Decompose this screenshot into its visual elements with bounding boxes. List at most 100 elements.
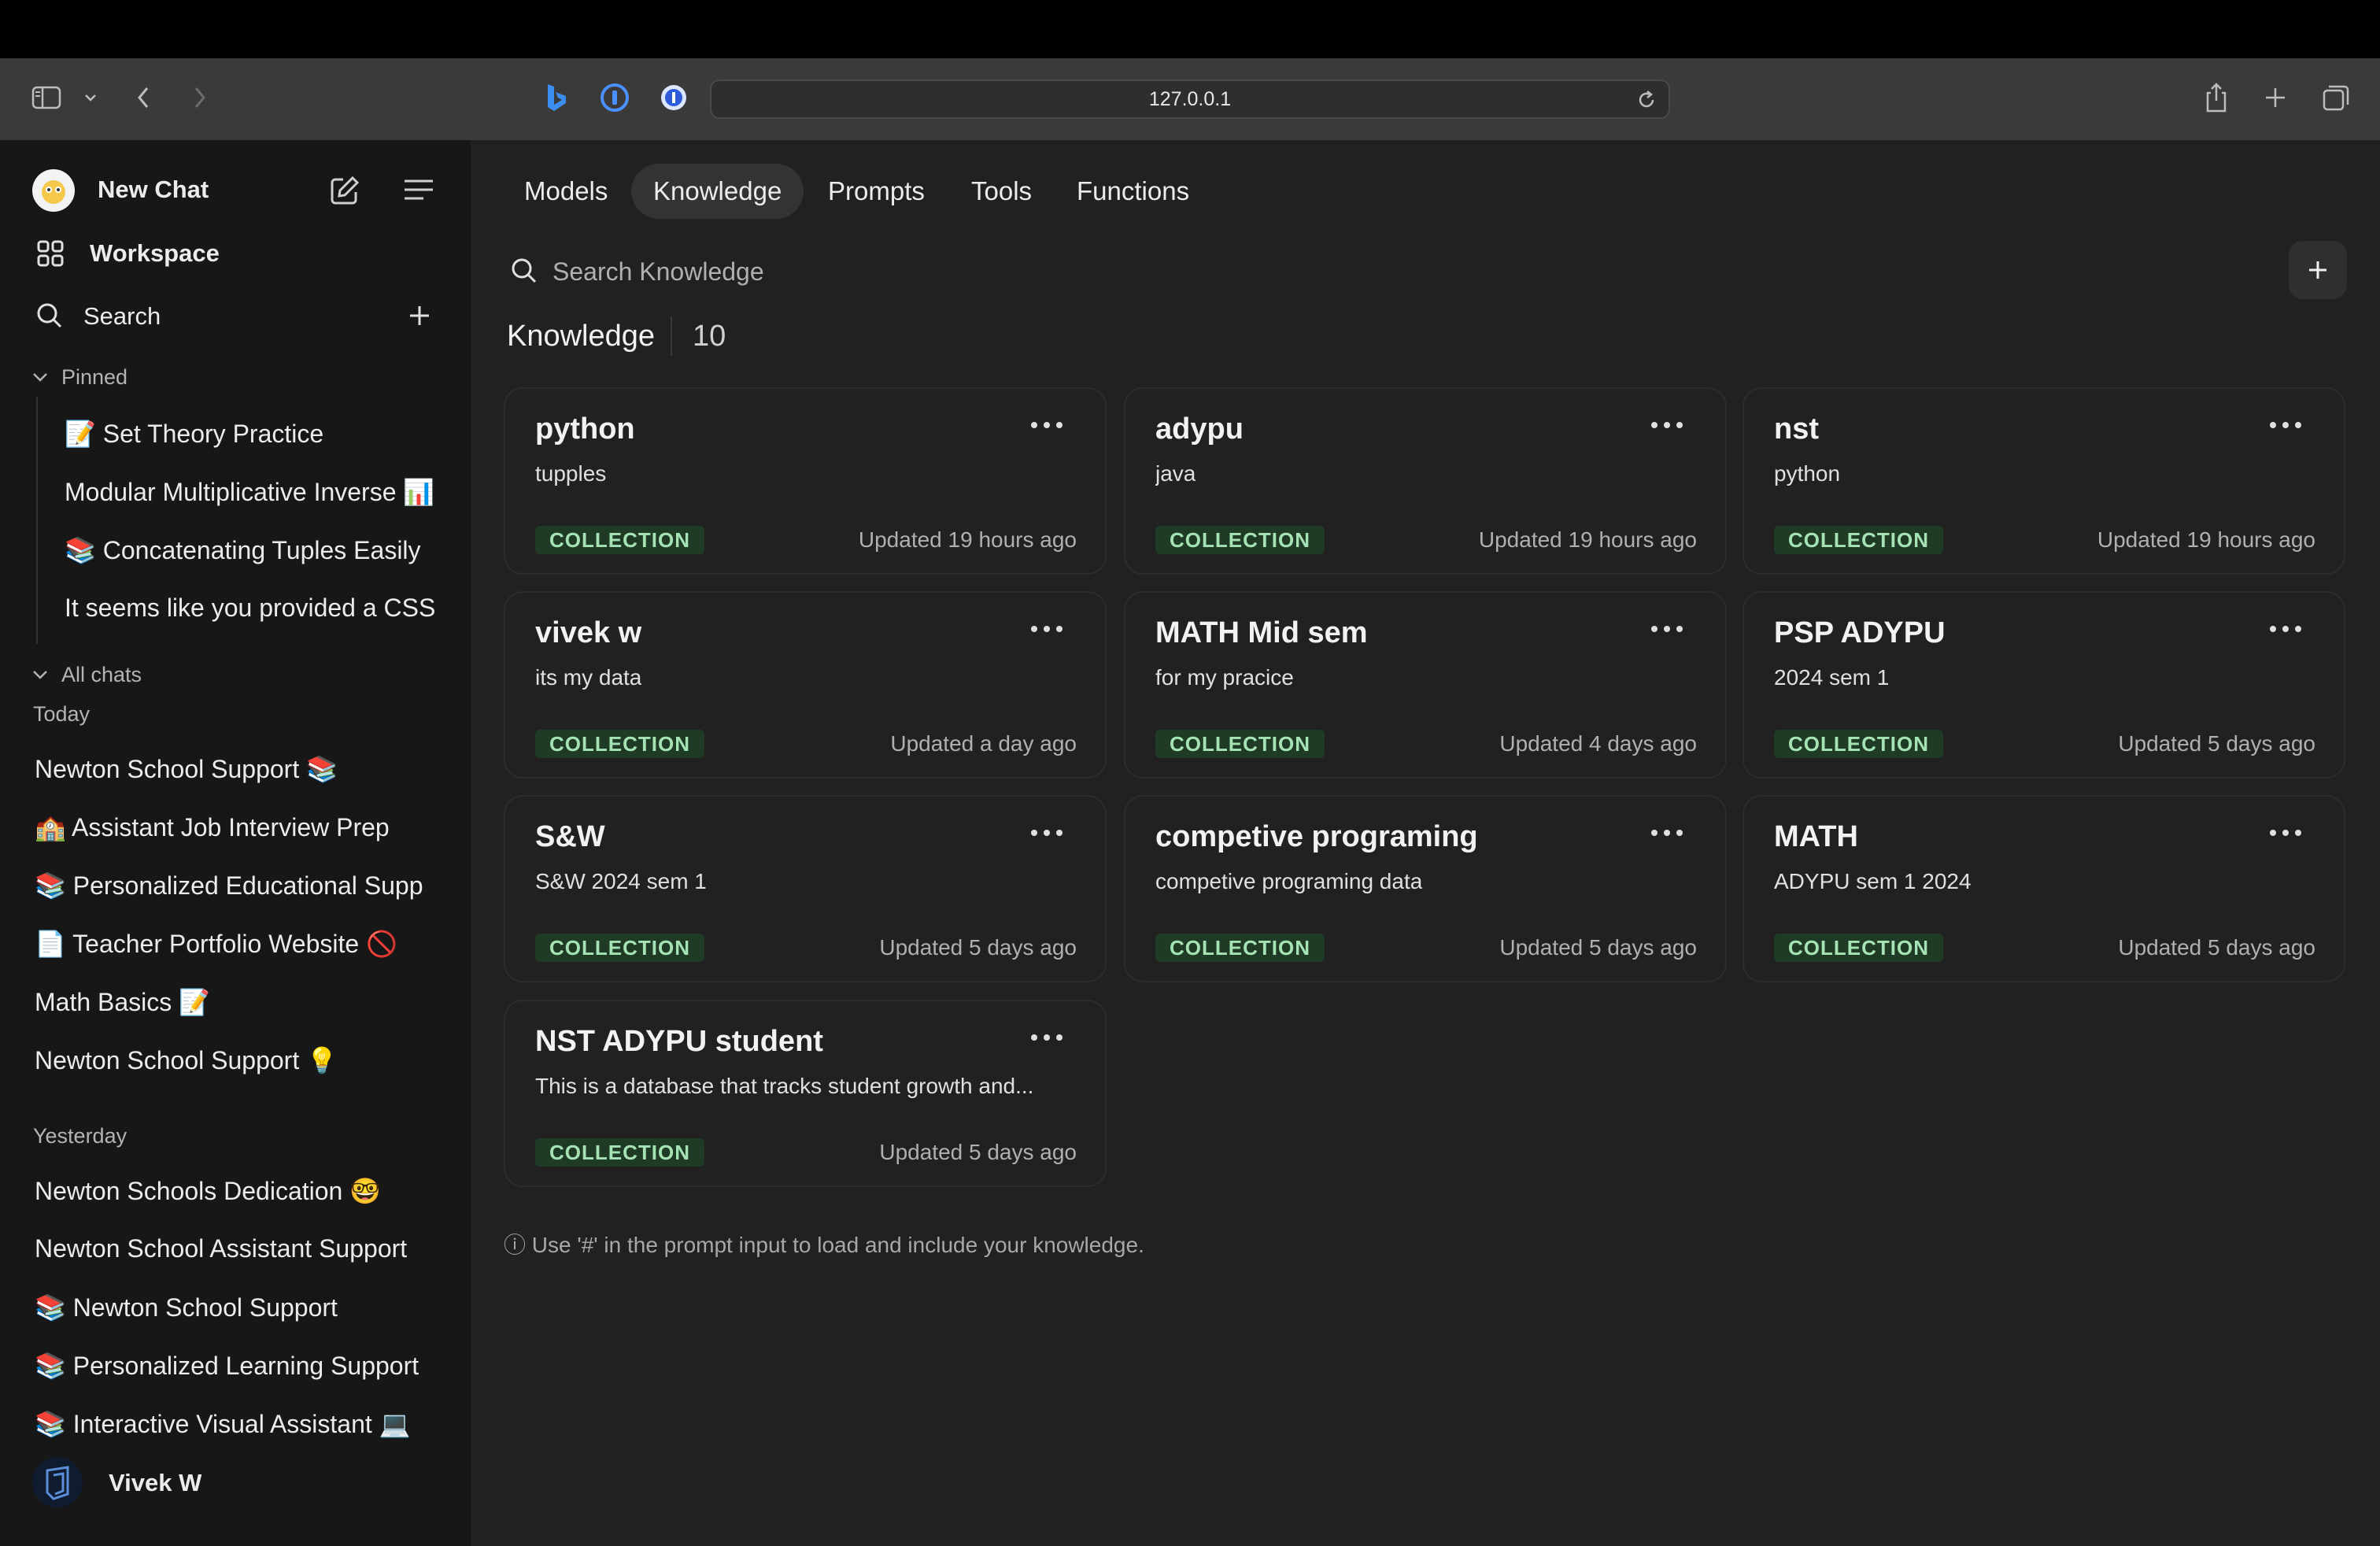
search-knowledge-input[interactable]: [551, 252, 1420, 291]
card-title: adypu: [1155, 412, 1244, 446]
add-knowledge-button[interactable]: [2289, 241, 2347, 299]
sidebar: New Chat Workspace Search Pinned 📝 Set T…: [0, 140, 471, 1546]
chat-item[interactable]: 📚 Interactive Visual Assistant 💻: [35, 1409, 436, 1439]
collection-badge: COLLECTION: [1774, 730, 1943, 758]
chat-item[interactable]: 📚 Personalized Learning Support: [35, 1351, 436, 1381]
knowledge-card[interactable]: MATH ADYPU sem 1 2024 COLLECTION Updated 5 …: [1743, 795, 2345, 982]
knowledge-card[interactable]: python tupples COLLECTION Updated 19 hours …: [504, 387, 1107, 575]
pinned-chat-item[interactable]: 📝 Set Theory Practice: [65, 419, 441, 449]
bing-icon[interactable]: [545, 83, 568, 113]
chat-item[interactable]: 🏫 Assistant Job Interview Prep: [35, 812, 436, 842]
all-chats-section-label[interactable]: All chats: [61, 663, 142, 687]
more-options-icon[interactable]: [1651, 823, 1683, 842]
tab-functions[interactable]: Functions: [1055, 164, 1211, 219]
card-title: vivek w: [535, 616, 642, 649]
new-chat-button[interactable]: New Chat: [98, 176, 209, 204]
pinned-chat-item[interactable]: Modular Multiplicative Inverse 📊: [65, 477, 441, 507]
updated-timestamp: Updated 19 hours ago: [1478, 527, 1697, 552]
chat-item[interactable]: Newton School Support 💡: [35, 1045, 436, 1075]
tab-prompts[interactable]: Prompts: [806, 164, 947, 219]
chevron-down-icon[interactable]: [31, 669, 49, 684]
compose-icon[interactable]: [329, 175, 360, 210]
chat-item[interactable]: 📚 Newton School Support: [35, 1293, 436, 1322]
updated-timestamp: Updated 5 days ago: [879, 935, 1077, 960]
knowledge-card[interactable]: MATH Mid sem for my pracice COLLECTION Upda…: [1124, 591, 1727, 779]
updated-timestamp: Updated 19 hours ago: [2097, 527, 2315, 552]
chat-item[interactable]: Newton Schools Dedication 🤓: [35, 1176, 436, 1206]
user-avatar[interactable]: [31, 1456, 83, 1512]
chat-item[interactable]: Math Basics 📝: [35, 987, 436, 1017]
sidebar-search[interactable]: Search: [83, 302, 161, 331]
tab-tools[interactable]: Tools: [949, 164, 1054, 219]
card-title: PSP ADYPU: [1774, 616, 1946, 649]
collection-badge: COLLECTION: [535, 730, 704, 758]
updated-timestamp: Updated a day ago: [890, 731, 1077, 756]
updated-timestamp: Updated 5 days ago: [2118, 731, 2315, 756]
more-options-icon[interactable]: [2270, 620, 2301, 638]
more-options-icon[interactable]: [2270, 416, 2301, 435]
chat-item[interactable]: 📄 Teacher Portfolio Website 🚫: [35, 929, 436, 959]
url-text[interactable]: 127.0.0.1: [711, 81, 1669, 117]
more-options-icon[interactable]: [1651, 620, 1683, 638]
search-icon: [510, 257, 538, 289]
yesterday-label: Yesterday: [33, 1124, 128, 1148]
chevron-down-icon[interactable]: [31, 372, 49, 386]
new-tab-icon[interactable]: [2264, 86, 2287, 109]
card-description: tupples: [535, 461, 607, 486]
address-bar[interactable]: 127.0.0.1: [710, 80, 1670, 119]
share-icon[interactable]: [2204, 82, 2229, 113]
knowledge-card[interactable]: S&W S&W 2024 sem 1 COLLECTION Updated 5 day…: [504, 795, 1107, 982]
app-logo-avatar[interactable]: [31, 168, 76, 216]
card-description: ADYPU sem 1 2024: [1774, 869, 1972, 893]
plus-icon: [2309, 261, 2326, 279]
workspace-link[interactable]: Workspace: [90, 239, 220, 268]
more-options-icon[interactable]: [1031, 1028, 1062, 1047]
user-name[interactable]: Vivek W: [109, 1469, 201, 1497]
chat-item[interactable]: 📚 Personalized Educational Supp: [35, 871, 436, 901]
more-options-icon[interactable]: [2270, 823, 2301, 842]
footer-hint: ⓘ Use '#' in the prompt input to load an…: [504, 1233, 1144, 1257]
onepassword-alt-icon[interactable]: [660, 83, 688, 112]
page-title: Knowledge: [507, 320, 656, 353]
pinned-chat-item[interactable]: 📚 Concatenating Tuples Easily: [65, 535, 441, 565]
knowledge-card[interactable]: competive programing competive programing…: [1124, 795, 1727, 982]
reload-icon[interactable]: [1635, 89, 1658, 115]
more-options-icon[interactable]: [1031, 620, 1062, 638]
more-options-icon[interactable]: [1031, 416, 1062, 435]
menu-icon[interactable]: [403, 178, 434, 205]
collection-badge: COLLECTION: [535, 1138, 704, 1167]
collection-badge: COLLECTION: [1774, 934, 1943, 962]
knowledge-card[interactable]: nst python COLLECTION Updated 19 hours ago: [1743, 387, 2345, 575]
search-icon[interactable]: [36, 302, 63, 333]
knowledge-card[interactable]: adypu java COLLECTION Updated 19 hours ago: [1124, 387, 1727, 575]
card-title: nst: [1774, 412, 1819, 446]
card-description: S&W 2024 sem 1: [535, 869, 707, 893]
more-options-icon[interactable]: [1031, 823, 1062, 842]
workspace-icon[interactable]: [36, 239, 65, 272]
card-title: S&W: [535, 820, 605, 853]
collection-badge: COLLECTION: [1774, 526, 1943, 554]
tab-models[interactable]: Models: [502, 164, 630, 219]
updated-timestamp: Updated 4 days ago: [1499, 731, 1697, 756]
sidebar-toggle-icon[interactable]: [31, 86, 61, 109]
pinned-section-label[interactable]: Pinned: [61, 365, 128, 390]
more-options-icon[interactable]: [1651, 416, 1683, 435]
tab-overview-icon[interactable]: [2322, 83, 2350, 112]
chevron-down-icon[interactable]: [83, 93, 98, 102]
today-label: Today: [33, 702, 91, 726]
collection-badge: COLLECTION: [535, 526, 704, 554]
add-icon[interactable]: [408, 304, 431, 331]
knowledge-card[interactable]: NST ADYPU student This is a database that…: [504, 1000, 1107, 1187]
chat-item[interactable]: Newton School Support 📚: [35, 754, 436, 784]
knowledge-card[interactable]: PSP ADYPU 2024 sem 1 COLLECTION Updated 5 d…: [1743, 591, 2345, 779]
back-icon[interactable]: [135, 85, 151, 110]
pinned-chat-item[interactable]: It seems like you provided a CSS: [65, 594, 441, 623]
chat-item[interactable]: Newton School Assistant Support: [35, 1234, 436, 1263]
card-description: java: [1155, 461, 1196, 486]
card-description: python: [1774, 461, 1841, 486]
tab-knowledge[interactable]: Knowledge: [631, 164, 804, 219]
onepassword-icon[interactable]: [600, 83, 630, 113]
forward-icon[interactable]: [192, 85, 208, 110]
knowledge-card[interactable]: vivek w its my data COLLECTION Updated a da…: [504, 591, 1107, 779]
card-title: competive programing: [1155, 820, 1478, 853]
